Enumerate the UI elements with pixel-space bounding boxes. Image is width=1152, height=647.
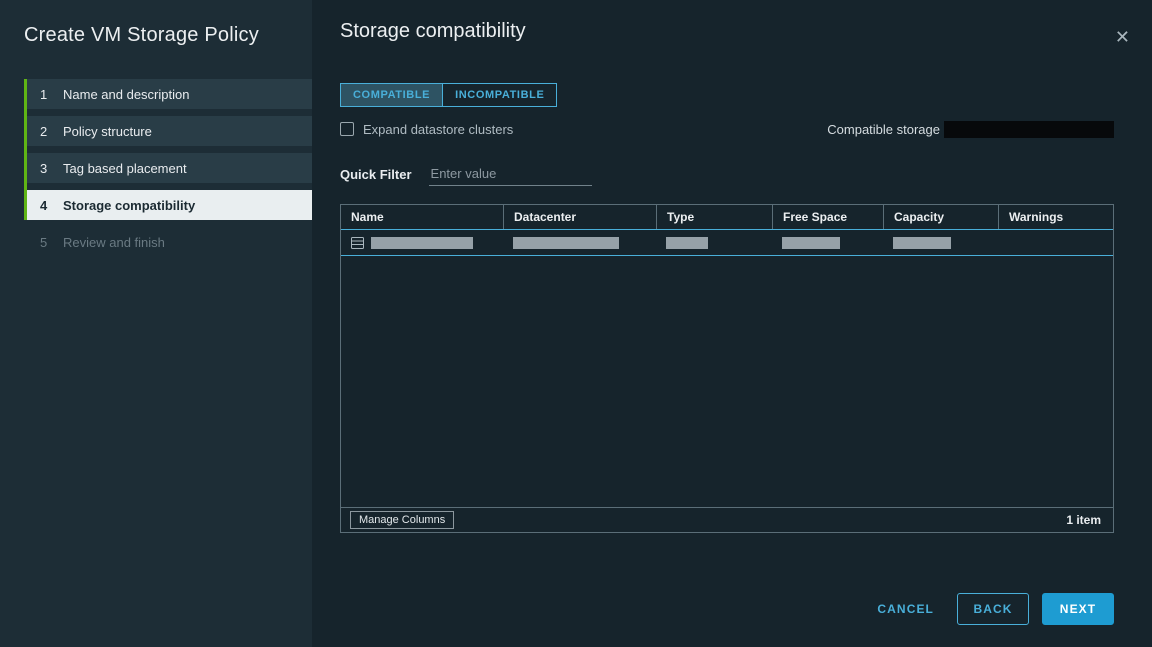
expand-datastore-clusters-group: Expand datastore clusters bbox=[340, 122, 513, 137]
redacted-cell bbox=[513, 237, 619, 249]
upcoming-steps-group: 5 Review and finish bbox=[24, 227, 312, 257]
table-footer: Manage Columns 1 item bbox=[341, 507, 1113, 532]
table-row[interactable] bbox=[341, 229, 1113, 256]
quick-filter-row: Quick Filter bbox=[340, 164, 1114, 186]
step-number: 5 bbox=[40, 235, 63, 250]
step-label: Policy structure bbox=[63, 124, 152, 139]
cell-name bbox=[341, 237, 503, 249]
tab-incompatible[interactable]: INCOMPATIBLE bbox=[442, 84, 556, 106]
step-label: Tag based placement bbox=[63, 161, 187, 176]
wizard-sidebar: Create VM Storage Policy 1 Name and desc… bbox=[0, 0, 312, 647]
step-number: 3 bbox=[40, 161, 63, 176]
step-label: Storage compatibility bbox=[63, 198, 195, 213]
redacted-cell bbox=[782, 237, 840, 249]
manage-columns-button[interactable]: Manage Columns bbox=[350, 511, 454, 529]
table-body bbox=[341, 229, 1113, 507]
redacted-cell bbox=[893, 237, 951, 249]
redacted-compatible-storage-value bbox=[944, 121, 1114, 138]
column-header-warnings[interactable]: Warnings bbox=[998, 205, 1113, 229]
storage-compatibility-panel: Storage compatibility ✕ COMPATIBLE INCOM… bbox=[312, 0, 1152, 647]
close-button[interactable]: ✕ bbox=[1111, 24, 1134, 50]
close-icon: ✕ bbox=[1115, 27, 1130, 47]
step-review-and-finish: 5 Review and finish bbox=[27, 227, 312, 257]
column-header-capacity[interactable]: Capacity bbox=[883, 205, 998, 229]
expand-datastore-clusters-checkbox[interactable] bbox=[340, 122, 354, 136]
redacted-cell bbox=[371, 237, 473, 249]
back-button[interactable]: BACK bbox=[957, 593, 1029, 625]
wizard-actions: CANCEL BACK NEXT bbox=[340, 593, 1114, 625]
step-label: Name and description bbox=[63, 87, 189, 102]
options-row: Expand datastore clusters Compatible sto… bbox=[340, 120, 1114, 138]
datastore-icon bbox=[351, 237, 364, 249]
items-count: 1 item bbox=[1066, 513, 1101, 527]
cell-datacenter bbox=[503, 237, 656, 249]
column-header-datacenter[interactable]: Datacenter bbox=[503, 205, 656, 229]
step-policy-structure[interactable]: 2 Policy structure bbox=[27, 116, 312, 146]
wizard-title: Create VM Storage Policy bbox=[0, 24, 312, 47]
create-vm-storage-policy-wizard: Create VM Storage Policy 1 Name and desc… bbox=[0, 0, 1152, 647]
step-number: 4 bbox=[40, 198, 63, 213]
column-header-name[interactable]: Name bbox=[341, 205, 503, 229]
next-button[interactable]: NEXT bbox=[1042, 593, 1114, 625]
step-label: Review and finish bbox=[63, 235, 165, 250]
completed-steps-group: 1 Name and description 2 Policy structur… bbox=[24, 79, 312, 220]
wizard-steps: 1 Name and description 2 Policy structur… bbox=[24, 79, 312, 257]
cancel-button[interactable]: CANCEL bbox=[877, 602, 934, 616]
redacted-cell bbox=[666, 237, 708, 249]
step-name-and-description[interactable]: 1 Name and description bbox=[27, 79, 312, 109]
cell-capacity bbox=[883, 237, 998, 249]
expand-datastore-clusters-label: Expand datastore clusters bbox=[363, 122, 513, 137]
compatibility-tabs: COMPATIBLE INCOMPATIBLE bbox=[340, 83, 557, 107]
table-header: Name Datacenter Type Free Space Capacity… bbox=[341, 205, 1113, 229]
step-storage-compatibility[interactable]: 4 Storage compatibility bbox=[27, 190, 312, 220]
step-number: 2 bbox=[40, 124, 63, 139]
quick-filter-label: Quick Filter bbox=[340, 167, 412, 186]
cell-free-space bbox=[772, 237, 883, 249]
compatible-storage-label: Compatible storage bbox=[827, 122, 940, 137]
quick-filter-input[interactable] bbox=[429, 164, 592, 186]
column-header-type[interactable]: Type bbox=[656, 205, 772, 229]
step-tag-based-placement[interactable]: 3 Tag based placement bbox=[27, 153, 312, 183]
page-title: Storage compatibility bbox=[340, 0, 1114, 43]
compatible-storage-group: Compatible storage bbox=[827, 121, 1114, 138]
tab-compatible[interactable]: COMPATIBLE bbox=[341, 84, 442, 106]
step-number: 1 bbox=[40, 87, 63, 102]
datastore-table: Name Datacenter Type Free Space Capacity… bbox=[340, 204, 1114, 533]
cell-type bbox=[656, 237, 772, 249]
column-header-free-space[interactable]: Free Space bbox=[772, 205, 883, 229]
